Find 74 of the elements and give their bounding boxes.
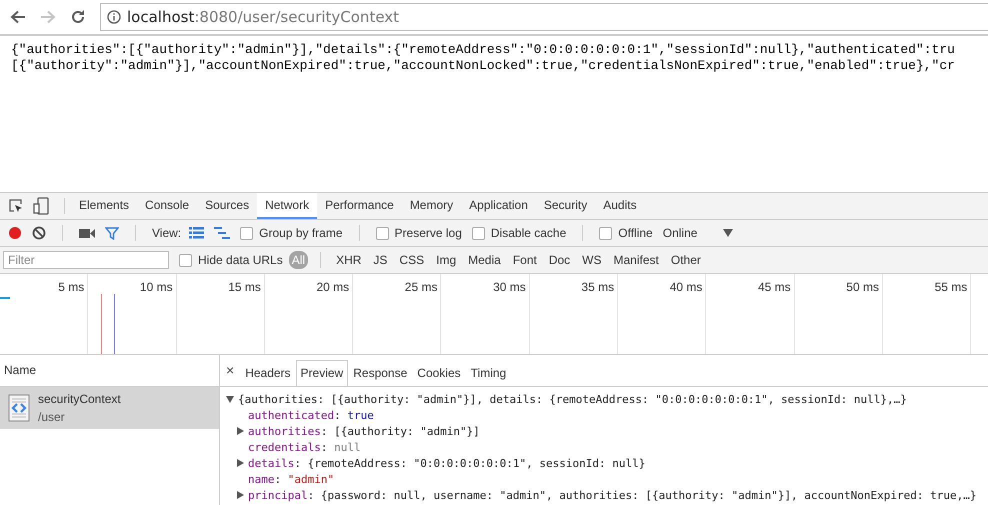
checkbox-option[interactable]: Offline [599,226,653,240]
property-line: authorities: [{authority: "admin"}] [248,424,480,438]
type-filter[interactable]: Doc [546,251,574,269]
waterfall-view-icon[interactable] [214,227,230,239]
time-tick-label: 50 ms [794,274,883,354]
detail-tab[interactable]: Cookies [412,360,466,386]
devtools-tab[interactable]: Application [461,193,536,219]
type-filter[interactable]: Other [668,251,704,269]
checkbox-option[interactable]: Hide data URLs [179,253,283,267]
detail-tab[interactable]: Preview [296,360,348,386]
type-filter[interactable]: JS [370,251,390,269]
type-filter[interactable]: Manifest [610,251,662,269]
devtools-tab[interactable]: Memory [402,193,462,219]
type-filter[interactable]: Img [433,251,460,269]
devtools-tab[interactable]: Console [137,193,198,219]
throttling-dropdown[interactable]: Online [662,226,698,240]
devtools-tab[interactable]: Elements [71,193,138,219]
property-line: authenticated: true [248,408,374,422]
address-field[interactable]: localhost:8080/user/securityContext [100,3,988,31]
type-filter[interactable]: CSS [396,251,428,269]
type-filter[interactable]: Media [465,251,504,269]
devtools-tab[interactable]: Sources [197,193,258,219]
devtools-tab[interactable]: Network [257,193,318,219]
detail-tab[interactable]: Headers [240,360,296,386]
checkbox-option[interactable]: Disable cache [472,226,566,240]
document-code-icon [8,394,30,422]
request-row[interactable]: securityContext /user [0,387,219,429]
checkbox-option[interactable]: Preserve log [376,226,462,240]
reload-icon[interactable] [70,9,86,25]
filter-icon[interactable] [105,226,119,240]
clear-icon[interactable] [32,226,46,240]
property-line: name: "admin" [248,472,334,486]
close-button[interactable]: × [222,362,240,386]
time-tick-label: 20 ms [264,274,354,354]
time-tick-label: 45 ms [706,274,795,354]
dropdown-caret-icon[interactable] [723,229,734,237]
filter-field[interactable]: Filter [3,251,169,269]
load-marker-line [101,294,102,354]
devtools-tab[interactable]: Performance [317,193,402,219]
inspect-icon[interactable] [8,198,24,214]
type-filter[interactable]: WS [579,251,605,269]
disclosure-triangle-icon[interactable] [226,395,234,403]
device-icon[interactable] [33,197,49,215]
devtools-tab[interactable]: Audits [595,193,645,219]
type-filter[interactable]: Font [510,251,540,269]
time-tick-label: 35 ms [530,274,618,354]
disclosure-triangle-icon[interactable] [236,459,244,467]
object-summary: {authorities: [{authority: "admin"}], details: {remoteAddress: "0:0:0:0:0:0:0:1", sessionId: null},…} [238,392,907,406]
record-icon[interactable] [8,226,22,240]
time-tick-label: 55 ms [882,274,972,354]
json-text: {"authorities":[{"authority":"admin"}],"details":{"remoteAddress":"0:0:0:0:0:0:0:1","sessionId":null},"authenticated":tru [11,42,956,58]
back-arrow-icon[interactable] [10,10,26,24]
property-line: credentials: null [248,440,361,454]
request-name: securityContext [38,392,121,406]
request-path: /user [38,410,66,424]
view-label: View: [152,226,182,240]
type-filter[interactable]: XHR [333,251,364,269]
time-tick-label: 25 ms [353,274,442,354]
detail-tab[interactable]: Response [348,360,412,386]
video-camera-icon[interactable] [79,228,95,238]
devtools-tab[interactable]: Security [536,193,596,219]
json-text: [{"authority":"admin"}],"accountNonExpired":true,"accountNonLocked":true,"credentialsNonExpired":true,"enabled":true},"cr [11,58,956,74]
time-tick-label: 40 ms [618,274,706,354]
time-tick-label: 15 ms [176,274,265,354]
detail-tab[interactable]: Timing [466,360,512,386]
disclosure-triangle-icon[interactable] [236,427,244,435]
info-icon[interactable] [107,10,121,24]
property-line: principal: {password: null, username: "admin", authorities: [{authority: "admin"}], accountNonExpired: true,…} [248,488,976,502]
property-line: details: {remoteAddress: "0:0:0:0:0:0:0:1", sessionId: null} [248,456,646,470]
checkbox-option[interactable]: Group by frame [240,226,343,240]
dom-marker-line [114,294,115,354]
list-view-icon[interactable] [189,227,204,239]
disclosure-triangle-icon[interactable] [236,491,244,499]
time-tick-label: 30 ms [441,274,530,354]
